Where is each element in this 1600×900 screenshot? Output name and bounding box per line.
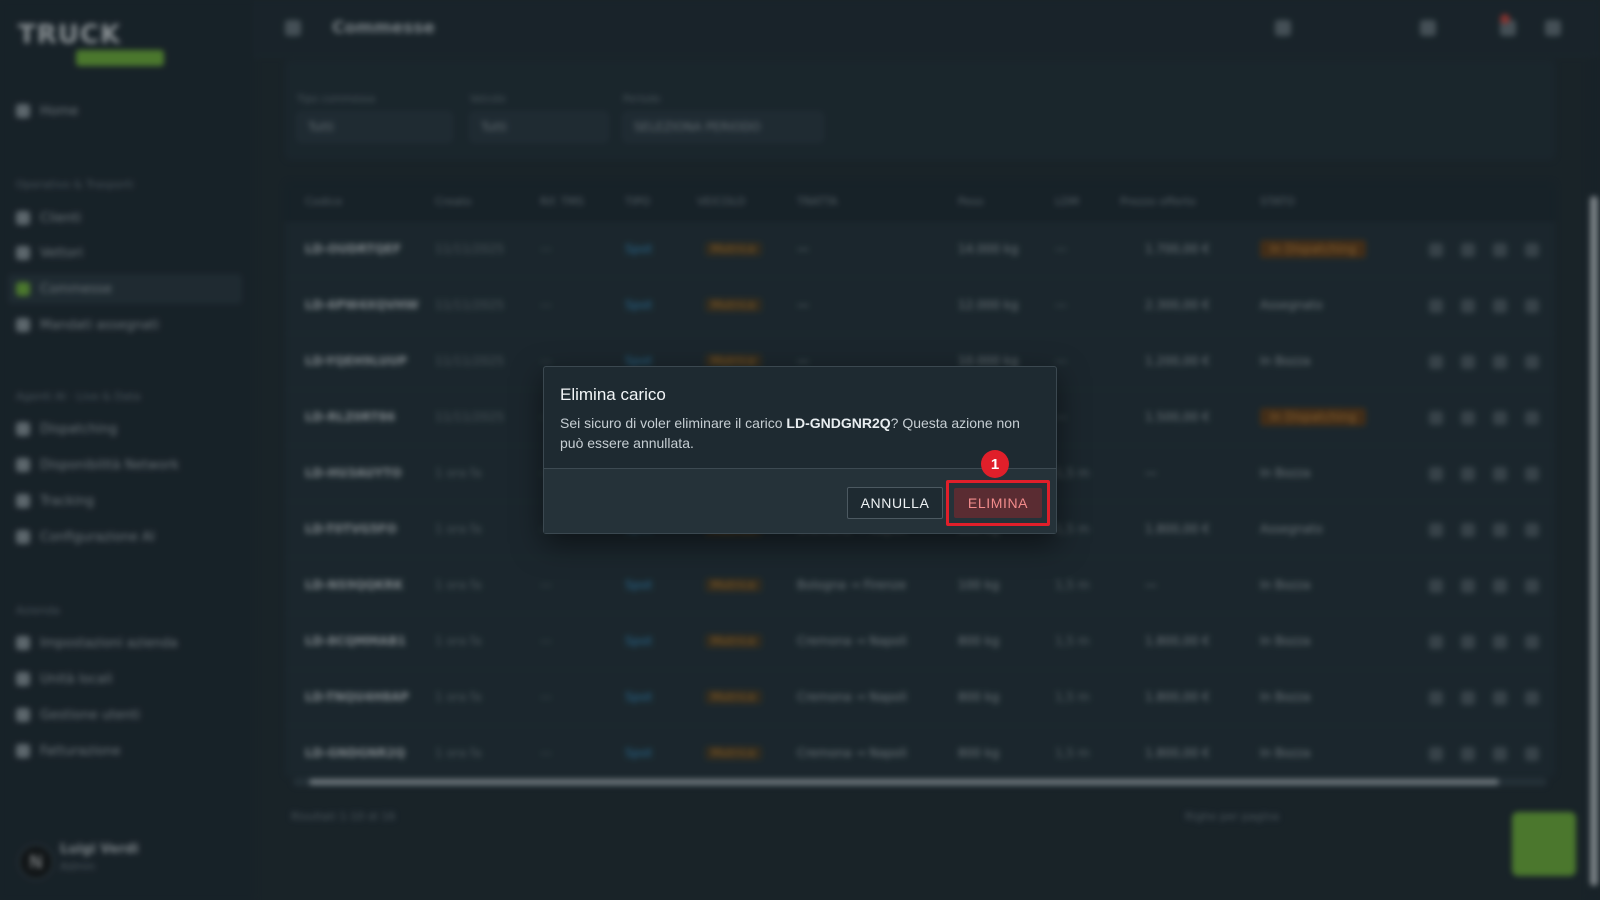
highlight-box: ELIMINA [946, 480, 1050, 526]
step-marker: 1 [981, 450, 1009, 478]
cancel-button[interactable]: ANNULLA [847, 487, 943, 519]
dialog-message: Sei sicuro di voler eliminare il carico … [560, 413, 1040, 453]
dialog-load-code: LD-GNDGNR2Q [786, 415, 891, 431]
dialog-title: Elimina carico [560, 385, 666, 404]
delete-dialog: Elimina carico Sei sicuro di voler elimi… [543, 366, 1057, 534]
dialog-body: Elimina carico Sei sicuro di voler elimi… [544, 367, 1056, 469]
dialog-text-before: Sei sicuro di voler eliminare il carico [560, 415, 787, 431]
delete-button[interactable]: ELIMINA [954, 488, 1042, 518]
dialog-footer: ANNULLA ELIMINA [544, 469, 1056, 533]
